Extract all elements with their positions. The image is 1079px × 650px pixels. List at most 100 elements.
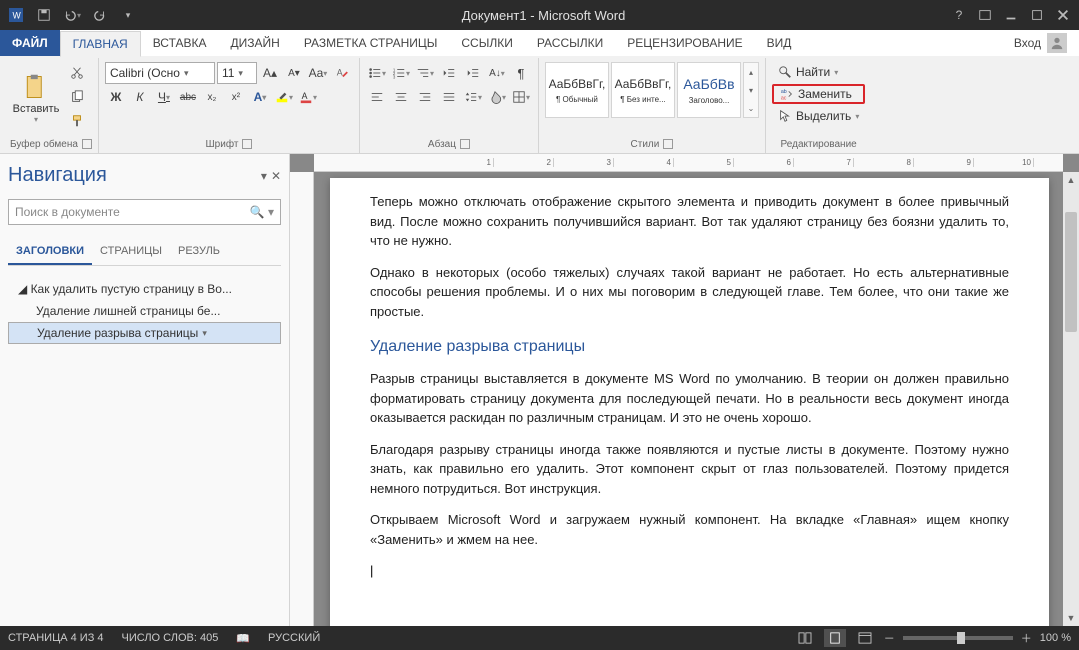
font-color-icon[interactable]: A [297,86,319,108]
vertical-scrollbar[interactable]: ▲ ▼ [1063,172,1079,626]
nav-tab-pages[interactable]: СТРАНИЦЫ [92,239,170,265]
paste-button[interactable]: Вставить [10,62,62,134]
tab-mailings[interactable]: РАССЫЛКИ [525,30,615,56]
tree-item[interactable]: Удаление разрыва страницы [8,322,281,344]
sort-icon[interactable]: A↓ [486,62,508,84]
zoom-level[interactable]: 100 % [1040,632,1071,644]
align-left-icon[interactable] [366,86,388,108]
clipboard-launcher[interactable] [82,139,92,149]
grow-font-icon[interactable]: A▴ [259,62,281,84]
nav-menu-icon[interactable]: ▾ [261,169,267,183]
outdent-icon[interactable] [438,62,460,84]
scroll-down-icon[interactable]: ▼ [1063,610,1079,626]
find-button[interactable]: Найти [772,62,865,82]
text-effects-icon[interactable]: A [249,86,271,108]
redo-icon[interactable] [88,4,112,26]
status-language[interactable]: РУССКИЙ [268,632,320,644]
navigation-pane: Навигация ▾ ✕ Поиск в документе 🔍 ▾ ЗАГО… [0,154,290,626]
group-paragraph-label: Абзац [428,139,456,150]
multilevel-icon[interactable] [414,62,436,84]
ribbon-display-icon[interactable] [973,4,997,26]
nav-tab-results[interactable]: РЕЗУЛЬ [170,239,228,265]
tab-home[interactable]: ГЛАВНАЯ [60,31,141,57]
tab-view[interactable]: ВИД [755,30,804,56]
zoom-in-icon[interactable]: ＋ [1021,630,1032,646]
scroll-up-icon[interactable]: ▲ [1063,172,1079,188]
nav-title: Навигация [8,164,107,187]
nav-search-input[interactable]: Поиск в документе 🔍 ▾ [8,199,281,225]
tree-item[interactable]: Удаление лишней страницы бе... [8,300,281,322]
copy-icon[interactable] [66,86,88,108]
shrink-font-icon[interactable]: A▾ [283,62,305,84]
nav-tab-headings[interactable]: ЗАГОЛОВКИ [8,239,92,265]
tab-layout[interactable]: РАЗМЕТКА СТРАНИЦЫ [292,30,450,56]
style-normal[interactable]: АаБбВвГг,¶ Обычный [545,62,609,118]
numbering-icon[interactable]: 123 [390,62,412,84]
ribbon: Вставить Буфер обмена Calibri (Осно 11 A… [0,56,1079,154]
sign-in-label: Вход [1014,36,1041,50]
format-painter-icon[interactable] [66,110,88,132]
maximize-icon[interactable] [1025,4,1049,26]
strike-button[interactable]: abc [177,86,199,108]
help-icon[interactable]: ? [947,4,971,26]
tab-design[interactable]: ДИЗАЙН [219,30,292,56]
italic-button[interactable]: К [129,86,151,108]
styles-gallery-more[interactable]: ▴▾⌄ [743,62,759,118]
highlight-icon[interactable] [273,86,295,108]
undo-icon[interactable] [60,4,84,26]
view-read-icon[interactable] [794,629,816,647]
change-case-icon[interactable]: Aa [307,62,329,84]
nav-close-icon[interactable]: ✕ [271,169,281,183]
vertical-ruler[interactable] [290,172,314,626]
bullets-icon[interactable] [366,62,388,84]
svg-text:A: A [302,91,308,101]
scroll-thumb[interactable] [1065,212,1077,332]
font-size-select[interactable]: 11 [217,62,257,84]
subscript-button[interactable]: x₂ [201,86,223,108]
show-marks-icon[interactable]: ¶ [510,62,532,84]
align-center-icon[interactable] [390,86,412,108]
shading-icon[interactable] [486,86,508,108]
zoom-out-icon[interactable]: － [884,630,895,646]
paragraph-launcher[interactable] [460,139,470,149]
sign-in[interactable]: Вход [1002,30,1079,56]
tree-item[interactable]: ◢ Как удалить пустую страницу в Во... [8,278,281,300]
status-words[interactable]: ЧИСЛО СЛОВ: 405 [122,632,219,644]
cut-icon[interactable] [66,62,88,84]
avatar-icon [1047,33,1067,53]
tab-references[interactable]: ССЫЛКИ [449,30,524,56]
clear-formatting-icon[interactable]: A [331,62,353,84]
status-proofing-icon[interactable]: 📖 [236,632,250,645]
align-right-icon[interactable] [414,86,436,108]
replace-button[interactable]: abacЗаменить [772,84,865,104]
status-page[interactable]: СТРАНИЦА 4 ИЗ 4 [8,632,104,644]
superscript-button[interactable]: x² [225,86,247,108]
view-print-icon[interactable] [824,629,846,647]
font-name-select[interactable]: Calibri (Осно [105,62,215,84]
minimize-icon[interactable] [999,4,1023,26]
search-icon: 🔍 ▾ [250,205,274,219]
borders-icon[interactable] [510,86,532,108]
horizontal-ruler[interactable]: 1234567891011121314151617 [314,154,1063,172]
styles-launcher[interactable] [663,139,673,149]
underline-button[interactable]: Ч [153,86,175,108]
word-icon[interactable]: W [4,4,28,26]
view-web-icon[interactable] [854,629,876,647]
bold-button[interactable]: Ж [105,86,127,108]
tab-file[interactable]: ФАЙЛ [0,30,60,56]
justify-icon[interactable] [438,86,460,108]
line-spacing-icon[interactable] [462,86,484,108]
zoom-slider[interactable] [903,636,1013,640]
qat-customize-icon[interactable]: ▾ [116,4,140,26]
tab-review[interactable]: РЕЦЕНЗИРОВАНИЕ [615,30,754,56]
indent-icon[interactable] [462,62,484,84]
font-launcher[interactable] [242,139,252,149]
style-heading[interactable]: АаБбВвЗаголово... [677,62,741,118]
save-icon[interactable] [32,4,56,26]
page[interactable]: Теперь можно отключать отображение скрыт… [330,178,1049,626]
close-icon[interactable] [1051,4,1075,26]
paste-label: Вставить [13,103,60,115]
select-button[interactable]: Выделить [772,106,865,126]
style-nospacing[interactable]: АаБбВвГг,¶ Без инте... [611,62,675,118]
tab-insert[interactable]: ВСТАВКА [141,30,219,56]
